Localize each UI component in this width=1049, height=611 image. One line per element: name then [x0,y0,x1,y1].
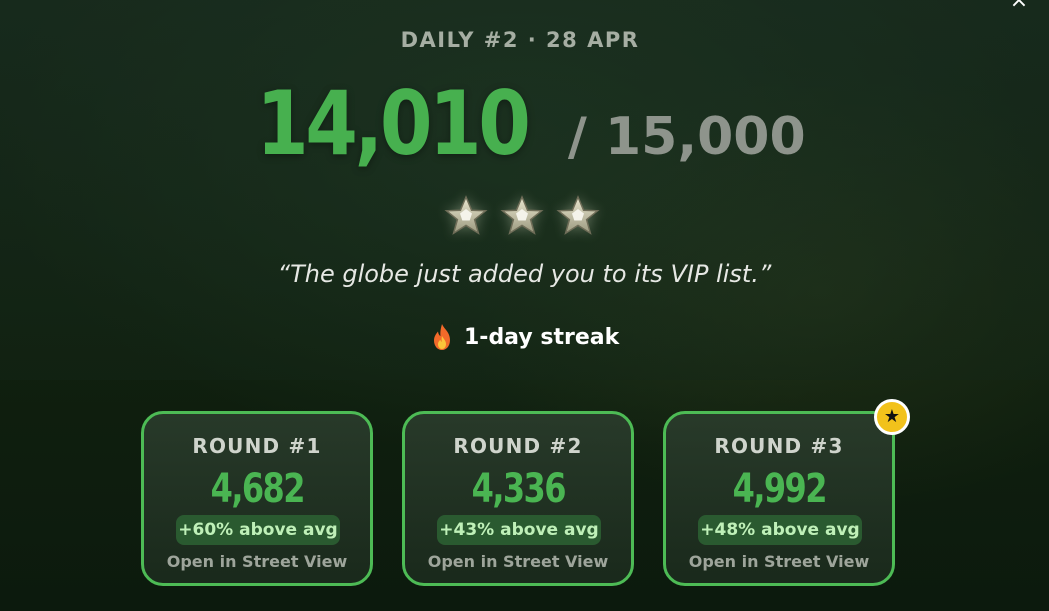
open-street-view-link[interactable]: Open in Street View [144,552,370,571]
streak-indicator: 1-day streak [430,322,619,352]
round-title: ROUND #3 [714,434,844,458]
total-score: 14,010 / 15,000 [0,72,1040,175]
round-score: 4,336 [471,466,566,512]
star-icon [444,195,488,235]
open-street-view-link[interactable]: Open in Street View [666,552,892,571]
fire-icon [434,324,450,350]
total-score-value: 14,010 [256,72,531,175]
round-card-3[interactable]: ROUND #3 4,992 +48% above avg Open in St… [663,411,895,586]
above-average-badge: +43% above avg [437,515,601,545]
round-score: 4,992 [732,466,827,512]
close-button[interactable]: × [1006,0,1032,14]
round-card-2[interactable]: ROUND #2 4,336 +43% above avg Open in St… [402,411,634,586]
round-title: ROUND #2 [453,434,583,458]
round-score: 4,682 [210,466,305,512]
star-icon [556,195,600,235]
star-rating [444,194,600,238]
round-card-1[interactable]: ROUND #1 4,682 +60% above avg Open in St… [141,411,373,586]
star-icon [500,195,544,235]
above-average-badge: +48% above avg [698,515,862,545]
total-score-max: / 15,000 [567,107,806,167]
daily-title: DAILY #2 · 28 APR [400,28,640,52]
open-street-view-link[interactable]: Open in Street View [405,552,631,571]
best-round-star-icon: ★ [874,399,910,435]
round-title: ROUND #1 [192,434,322,458]
streak-label: 1-day streak [464,324,620,350]
result-quote: “The globe just added you to its VIP lis… [277,260,772,288]
above-average-badge: +60% above avg [176,515,340,545]
